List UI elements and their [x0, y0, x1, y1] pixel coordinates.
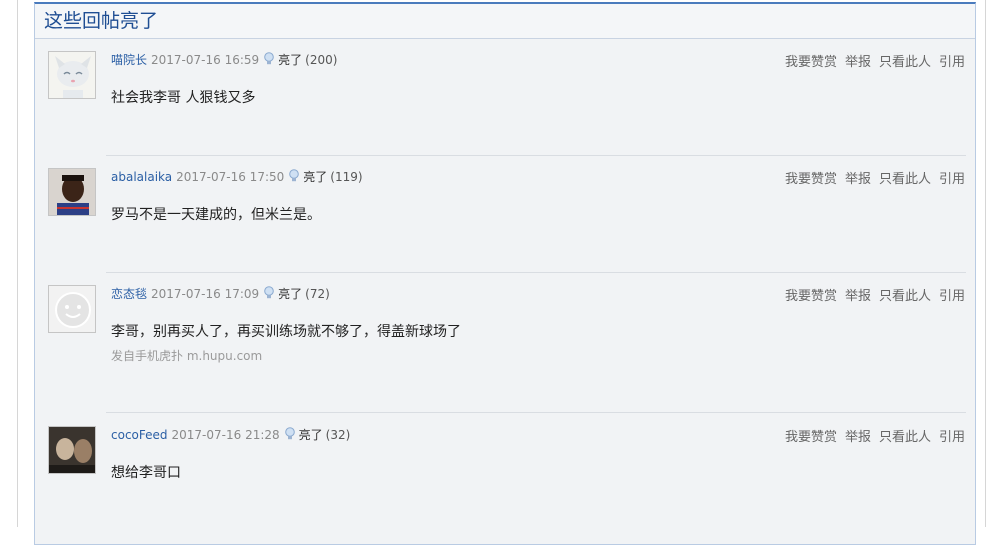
post-time: 2017-07-16 17:09 [151, 287, 260, 301]
divider [106, 412, 966, 413]
post-content: 想给李哥口 [111, 465, 181, 481]
praise-button[interactable]: 我要赞赏 [785, 430, 837, 445]
avatar[interactable] [48, 426, 96, 474]
avatar[interactable] [48, 51, 96, 99]
post-content: 李哥，别再买人了，再买训练场就不够了，得盖新球场了 [111, 324, 461, 340]
report-button[interactable]: 举报 [845, 55, 871, 70]
divider [106, 155, 966, 156]
post-meta: abalalaika 2017-07-16 17:50 亮了 (119) [111, 168, 363, 185]
report-button[interactable]: 举报 [845, 289, 871, 304]
author-link[interactable]: abalalaika [111, 170, 172, 184]
author-link[interactable]: cocoFeed [111, 428, 168, 442]
light-count: (32) [325, 428, 351, 442]
divider [106, 272, 966, 273]
post-meta: cocoFeed 2017-07-16 21:28 亮了 (32) [111, 426, 350, 443]
quote-button[interactable]: 引用 [939, 430, 965, 445]
panel-title: 这些回帖亮了 [35, 4, 975, 39]
light-label[interactable]: 亮了 [278, 287, 302, 301]
post-source: 发自手机虎扑 m.hupu.com [111, 349, 263, 363]
quote-button[interactable]: 引用 [939, 289, 965, 304]
lightbulb-icon [263, 52, 275, 66]
post-content: 社会我李哥 人狠钱又多 [111, 90, 256, 106]
post-actions: 我要赞赏 举报 只看此人 引用 [777, 51, 965, 70]
praise-button[interactable]: 我要赞赏 [785, 289, 837, 304]
post-content: 罗马不是一天建成的，但米兰是。 [111, 207, 321, 223]
light-count: (119) [330, 170, 363, 184]
avatar[interactable] [48, 285, 96, 333]
light-count: (72) [305, 287, 330, 301]
light-count: (200) [305, 53, 338, 67]
only-author-button[interactable]: 只看此人 [879, 289, 931, 304]
lightbulb-icon [288, 169, 300, 183]
post-time: 2017-07-16 16:59 [151, 53, 260, 67]
post-actions: 我要赞赏 举报 只看此人 引用 [777, 168, 965, 187]
lightbulb-icon [263, 286, 275, 300]
quote-button[interactable]: 引用 [939, 172, 965, 187]
lightbulb-icon [284, 427, 296, 441]
avatar[interactable] [48, 168, 96, 216]
post-meta: 恋态毯 2017-07-16 17:09 亮了 (72) [111, 285, 330, 302]
only-author-button[interactable]: 只看此人 [879, 172, 931, 187]
quote-button[interactable]: 引用 [939, 55, 965, 70]
post-time: 2017-07-16 21:28 [171, 428, 280, 442]
post-time: 2017-07-16 17:50 [176, 170, 285, 184]
post-actions: 我要赞赏 举报 只看此人 引用 [777, 426, 965, 445]
report-button[interactable]: 举报 [845, 430, 871, 445]
only-author-button[interactable]: 只看此人 [879, 55, 931, 70]
author-link[interactable]: 喵院长 [111, 53, 147, 67]
post-meta: 喵院长 2017-07-16 16:59 亮了 (200) [111, 51, 337, 68]
praise-button[interactable]: 我要赞赏 [785, 172, 837, 187]
report-button[interactable]: 举报 [845, 172, 871, 187]
post-actions: 我要赞赏 举报 只看此人 引用 [777, 285, 965, 304]
light-label[interactable]: 亮了 [299, 428, 323, 442]
author-link[interactable]: 恋态毯 [111, 287, 147, 301]
light-label[interactable]: 亮了 [303, 170, 327, 184]
light-label[interactable]: 亮了 [278, 53, 302, 67]
highlighted-replies-panel: 这些回帖亮了 喵院长 2017-07-16 16:59 亮了 (200) 我要赞赏 举报… [34, 2, 976, 545]
only-author-button[interactable]: 只看此人 [879, 430, 931, 445]
praise-button[interactable]: 我要赞赏 [785, 55, 837, 70]
